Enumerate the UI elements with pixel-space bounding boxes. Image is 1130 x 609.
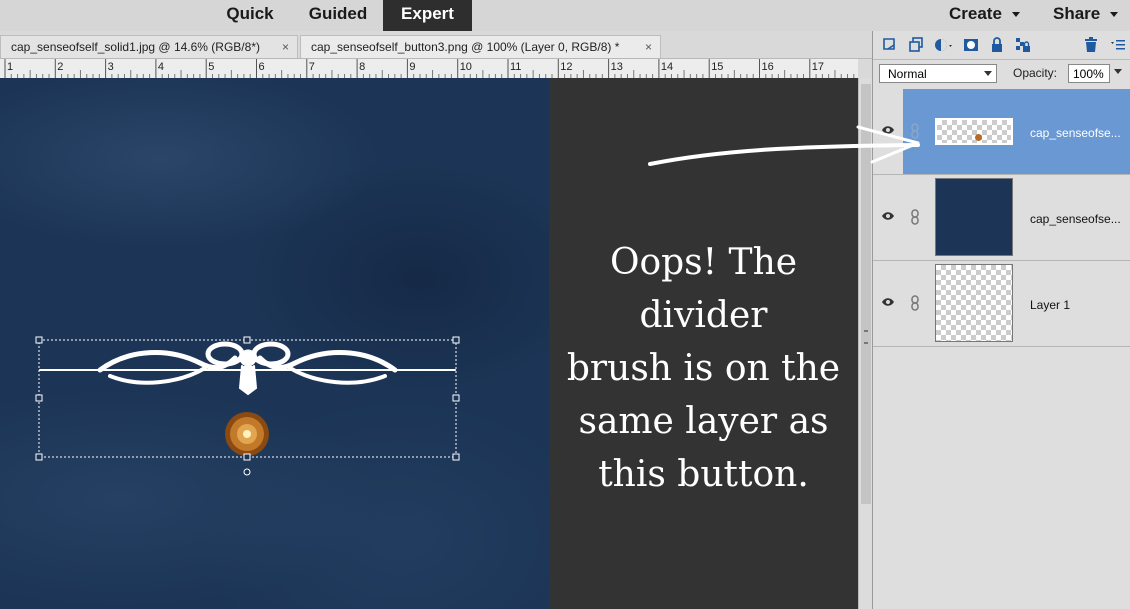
ruler-number: 17 bbox=[812, 61, 824, 73]
create-menu[interactable]: Create bbox=[949, 0, 1020, 31]
lock-icon[interactable] bbox=[988, 36, 1006, 54]
chevron-down-icon bbox=[984, 71, 992, 76]
document-tabs: cap_senseofself_solid1.jpg @ 14.6% (RGB/… bbox=[0, 31, 872, 59]
layers-toolbar bbox=[873, 31, 1130, 60]
ruler-number: 5 bbox=[208, 61, 214, 73]
ruler-number: 3 bbox=[108, 61, 114, 73]
blend-mode-select[interactable]: Normal bbox=[879, 64, 997, 83]
layer-thumbnail bbox=[935, 118, 1013, 145]
blend-mode-value: Normal bbox=[888, 67, 927, 81]
ruler-number: 10 bbox=[460, 61, 472, 73]
layer-row[interactable]: Layer 1 bbox=[873, 261, 1130, 347]
vertical-scrollbar[interactable] bbox=[858, 78, 873, 609]
lock-transparency-icon[interactable] bbox=[1014, 36, 1032, 54]
close-icon[interactable]: × bbox=[645, 36, 652, 58]
close-icon[interactable]: × bbox=[282, 36, 289, 58]
ruler-number: 16 bbox=[762, 61, 774, 73]
chevron-down-icon bbox=[1110, 12, 1119, 18]
annotation-callout: Oops! The divider brush is on the same l… bbox=[549, 236, 858, 501]
layer-name: Layer 1 bbox=[1030, 298, 1071, 312]
callout-line: same layer as bbox=[578, 401, 829, 442]
ruler-number: 4 bbox=[158, 61, 164, 73]
layer-mask-icon[interactable] bbox=[962, 36, 980, 54]
ruler-ticks: 12345678910111213141516171 bbox=[4, 59, 855, 78]
create-label: Create bbox=[949, 4, 1002, 23]
eye-icon[interactable] bbox=[881, 211, 895, 221]
mode-guided[interactable]: Guided bbox=[298, 0, 378, 31]
mode-bar: Quick Guided Expert Create Share bbox=[0, 0, 1130, 31]
horizontal-ruler: 12345678910111213141516171 bbox=[0, 59, 858, 79]
ruler-number: 2 bbox=[57, 61, 63, 73]
eye-icon[interactable] bbox=[881, 125, 895, 135]
adjustment-layer-icon[interactable] bbox=[933, 36, 955, 54]
layer-name: cap_senseofse... bbox=[1030, 212, 1121, 226]
document-tab-active[interactable]: cap_senseofself_button3.png @ 100% (Laye… bbox=[300, 35, 661, 58]
ruler-number: 14 bbox=[661, 61, 673, 73]
tab-label: cap_senseofself_button3.png @ 100% (Laye… bbox=[311, 40, 620, 54]
layer-name: cap_senseofse... bbox=[1030, 126, 1121, 140]
mode-quick[interactable]: Quick bbox=[216, 0, 284, 31]
button-thumbnail-mark bbox=[975, 134, 982, 141]
scrollbar-thumb[interactable] bbox=[861, 84, 871, 504]
callout-line: this button. bbox=[598, 454, 809, 495]
link-icon[interactable] bbox=[910, 295, 920, 311]
panel-menu-icon[interactable] bbox=[1109, 36, 1127, 54]
link-icon[interactable] bbox=[910, 209, 920, 225]
eye-icon[interactable] bbox=[881, 297, 895, 307]
canvas-artwork bbox=[35, 336, 460, 476]
new-group-icon[interactable] bbox=[907, 36, 925, 54]
layer-thumbnail bbox=[935, 178, 1013, 256]
scrollbar-grip bbox=[864, 330, 868, 344]
share-menu[interactable]: Share bbox=[1053, 0, 1119, 31]
callout-line: brush is on the bbox=[566, 348, 841, 389]
ruler-number: 9 bbox=[409, 61, 415, 73]
layer-row[interactable]: cap_senseofse... bbox=[873, 89, 1130, 175]
ruler-number: 15 bbox=[711, 61, 723, 73]
layer-row[interactable]: cap_senseofse... bbox=[873, 175, 1130, 261]
ruler-number: 11 bbox=[510, 61, 521, 73]
ruler-number: 8 bbox=[359, 61, 365, 73]
callout-line: Oops! The divider bbox=[609, 242, 798, 336]
tab-label: cap_senseofself_solid1.jpg @ 14.6% (RGB/… bbox=[11, 40, 260, 54]
layer-thumbnail bbox=[935, 264, 1013, 342]
ruler-number: 13 bbox=[611, 61, 623, 73]
ruler-number: 6 bbox=[259, 61, 265, 73]
canvas[interactable] bbox=[0, 78, 549, 609]
share-label: Share bbox=[1053, 4, 1101, 23]
layers-panel: Normal Opacity: 100% cap_senseofse... ca… bbox=[872, 31, 1130, 609]
ruler-number: 7 bbox=[309, 61, 315, 73]
divider-brush bbox=[39, 341, 456, 396]
opacity-input[interactable]: 100% bbox=[1068, 64, 1110, 83]
trash-icon[interactable] bbox=[1082, 36, 1100, 54]
new-layer-icon[interactable] bbox=[881, 36, 899, 54]
ruler-number: 1 bbox=[7, 61, 13, 73]
opacity-label: Opacity: bbox=[1013, 66, 1058, 80]
mode-expert[interactable]: Expert bbox=[383, 0, 472, 31]
opacity-dropdown-icon[interactable] bbox=[1114, 69, 1122, 74]
link-icon[interactable] bbox=[910, 123, 920, 139]
ruler-number: 12 bbox=[560, 61, 572, 73]
button-graphic bbox=[225, 412, 269, 456]
document-tab[interactable]: cap_senseofself_solid1.jpg @ 14.6% (RGB/… bbox=[0, 35, 298, 58]
chevron-down-icon bbox=[1011, 12, 1020, 18]
